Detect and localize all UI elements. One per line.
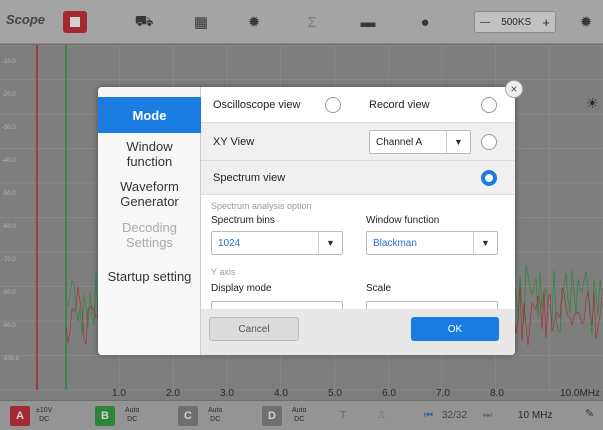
oscilloscope-view-radio[interactable]: [325, 97, 341, 113]
chevron-down-icon: ▼: [473, 232, 497, 254]
mode-panel: Oscilloscope view Record view XY View Ch…: [201, 87, 515, 355]
spectrum-view-label: Spectrum view: [213, 172, 286, 184]
menu-item-window-function[interactable]: Window function: [98, 135, 201, 173]
y-axis-title: Y axis: [211, 267, 236, 277]
menu-item-waveform-generator[interactable]: Waveform Generator: [98, 175, 201, 213]
xy-view-row: XY View Channel A ▼: [201, 123, 515, 161]
xy-view-radio[interactable]: [481, 134, 497, 150]
spectrum-option-title: Spectrum analysis option: [211, 201, 312, 211]
close-icon[interactable]: ×: [505, 80, 523, 98]
chevron-down-icon: ▼: [318, 232, 342, 254]
spectrum-bins-value: 1024: [218, 238, 241, 249]
spectrum-bins-select[interactable]: 1024 ▼: [211, 231, 343, 255]
spectrum-view-row: Spectrum view: [201, 161, 515, 195]
settings-dialog: Mode Window function Waveform Generator …: [98, 87, 515, 355]
view-row-1: Oscilloscope view Record view: [201, 87, 515, 123]
chevron-down-icon: ▼: [446, 131, 470, 153]
record-view-label: Record view: [369, 99, 430, 111]
scale-label: Scale: [366, 283, 392, 294]
window-function-select[interactable]: Blackman ▼: [366, 231, 498, 255]
menu-item-startup-setting[interactable]: Startup setting: [98, 259, 201, 293]
display-mode-label: Display mode: [211, 283, 272, 294]
menu-item-mode[interactable]: Mode: [98, 97, 201, 133]
xy-channel-value: Channel A: [376, 137, 423, 148]
window-function-label: Window function: [366, 215, 440, 226]
ok-button[interactable]: OK: [411, 317, 499, 341]
oscilloscope-view-label: Oscilloscope view: [213, 99, 301, 111]
cancel-button[interactable]: Cancel: [209, 317, 299, 341]
spectrum-bins-label: Spectrum bins: [211, 215, 275, 226]
xy-view-label: XY View: [213, 136, 255, 148]
menu-item-decoding-settings: Decoding Settings: [122, 220, 177, 250]
xy-channel-select[interactable]: Channel A ▼: [369, 130, 471, 154]
record-view-radio[interactable]: [481, 97, 497, 113]
spectrum-view-radio[interactable]: [481, 170, 497, 186]
window-function-value: Blackman: [373, 238, 417, 249]
settings-menu: Mode Window function Waveform Generator …: [98, 87, 201, 355]
